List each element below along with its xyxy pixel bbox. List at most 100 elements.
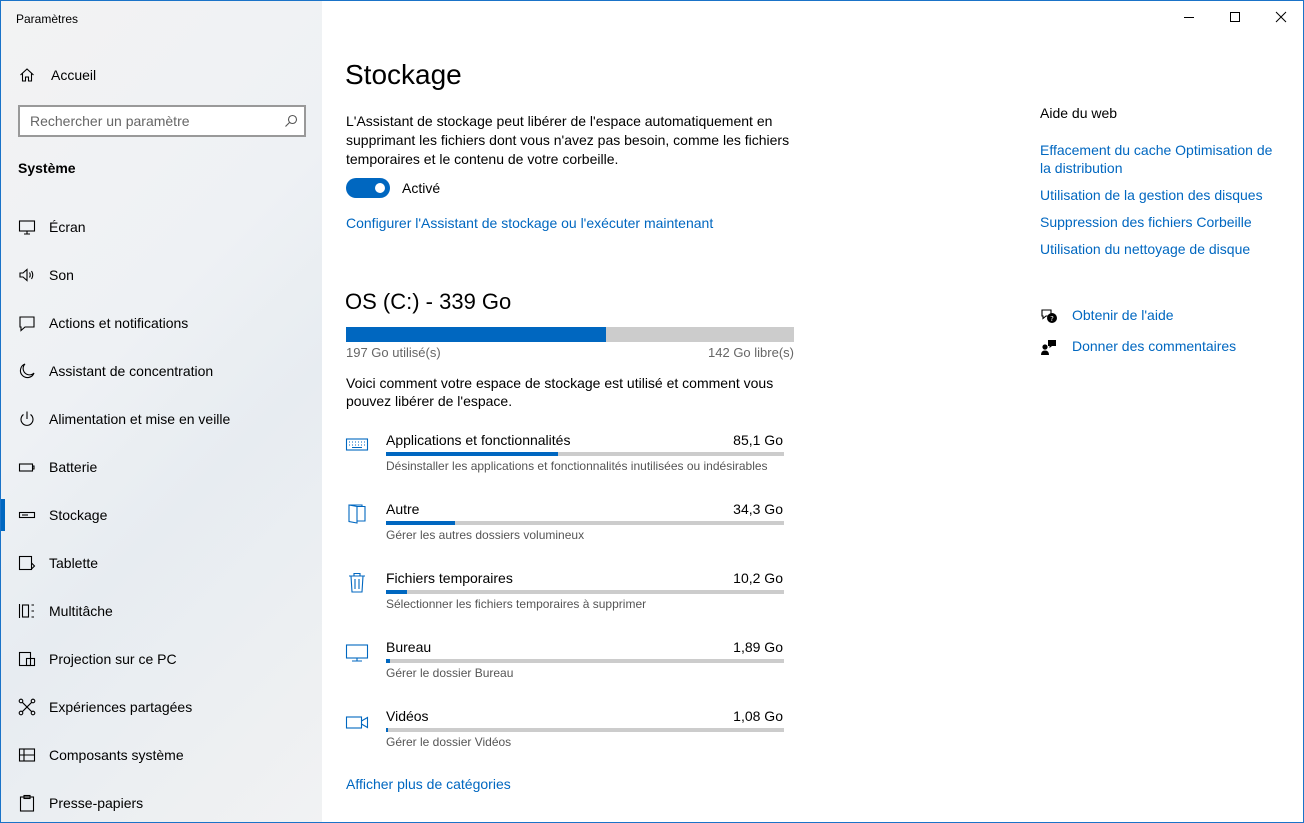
page-title: Stockage — [345, 59, 462, 90]
help-link-disk-cleanup[interactable]: Utilisation du nettoyage de disque — [1040, 240, 1285, 258]
speaker-icon — [19, 268, 34, 282]
sidebar-item-composants[interactable]: Composants système — [1, 733, 322, 777]
toggle-knob — [375, 183, 385, 193]
moon-icon — [19, 363, 35, 379]
power-icon — [20, 411, 34, 426]
category-size: 85,1 Go — [733, 432, 783, 448]
projection-icon — [18, 651, 36, 667]
sidebar-item-multitache[interactable]: Multitâche — [1, 589, 322, 633]
folder-icon — [348, 504, 366, 524]
toggle-label: Activé — [402, 180, 441, 196]
close-button[interactable] — [1258, 1, 1303, 33]
sidebar-item-label: Stockage — [49, 507, 108, 523]
maximize-button[interactable] — [1212, 1, 1258, 33]
category-bar — [386, 659, 784, 663]
maximize-icon — [1230, 12, 1240, 22]
storage-sense-toggle[interactable] — [346, 178, 390, 198]
get-help-label: Obtenir de l'aide — [1072, 307, 1174, 323]
battery-icon — [18, 463, 35, 472]
share-icon — [18, 698, 36, 716]
sidebar-item-label: Tablette — [49, 555, 99, 571]
search-input[interactable] — [20, 107, 304, 135]
category-subtitle: Désinstaller les applications et fonctio… — [386, 459, 768, 473]
category-subtitle: Gérer les autres dossiers volumineux — [386, 528, 585, 542]
sidebar-item-label: Expériences partagées — [49, 699, 193, 715]
search-box[interactable] — [18, 105, 306, 137]
category-name: Autre — [386, 501, 420, 517]
desktop-icon — [345, 644, 369, 662]
category-bar-fill — [386, 659, 390, 663]
drive-usage-fill — [346, 327, 607, 342]
sidebar: Paramètres Accueil Système Écran Son Act… — [1, 1, 322, 822]
help-link-disk-management[interactable]: Utilisation de la gestion des disques — [1040, 186, 1285, 204]
sidebar-item-notifications[interactable]: Actions et notifications — [1, 301, 322, 345]
category-size: 34,3 Go — [733, 501, 783, 517]
sidebar-item-alimentation[interactable]: Alimentation et mise en veille — [1, 397, 322, 441]
notification-icon — [19, 316, 35, 332]
category-bar-fill — [386, 728, 389, 732]
sidebar-item-label: Assistant de concentration — [49, 363, 214, 379]
category-subtitle: Gérer le dossier Vidéos — [386, 735, 512, 749]
configure-storage-sense-link[interactable]: Configurer l'Assistant de stockage ou l'… — [346, 215, 713, 231]
feedback-label: Donner des commentaires — [1072, 338, 1237, 354]
drive-usage-bar — [346, 327, 794, 342]
usage-description: Voici comment votre espace de stockage e… — [346, 375, 774, 409]
category-bar — [386, 521, 784, 525]
sidebar-item-label: Composants système — [49, 747, 184, 763]
clipboard-icon — [19, 794, 35, 812]
category-size: 10,2 Go — [733, 570, 783, 586]
help-link-recycle-bin[interactable]: Suppression des fichiers Corbeille — [1040, 213, 1285, 231]
feedback-icon — [1041, 340, 1056, 355]
category-temp-files[interactable]: Fichiers temporaires 10,2 Go Sélectionne… — [345, 570, 785, 630]
sidebar-item-ecran[interactable]: Écran — [1, 205, 322, 249]
category-bar-fill — [386, 452, 558, 456]
sidebar-item-label: Alimentation et mise en veille — [49, 411, 231, 427]
sidebar-item-presse-papiers[interactable]: Presse-papiers — [1, 781, 322, 822]
minimize-button[interactable] — [1166, 1, 1212, 33]
sidebar-item-label: Son — [49, 267, 74, 283]
category-subtitle: Sélectionner les fichiers temporaires à … — [386, 597, 647, 611]
drive-title: OS (C:) - 339 Go — [345, 289, 512, 314]
sidebar-item-son[interactable]: Son — [1, 253, 322, 297]
category-other[interactable]: Autre 34,3 Go Gérer les autres dossiers … — [345, 501, 785, 561]
sidebar-home[interactable]: Accueil — [1, 57, 322, 93]
components-icon — [18, 748, 36, 762]
help-link-delivery-optimization[interactable]: Effacement du cache Optimisation de la d… — [1040, 141, 1285, 177]
web-help-title: Aide du web — [1040, 105, 1118, 121]
sidebar-item-label: Projection sur ce PC — [49, 651, 177, 667]
sidebar-item-concentration[interactable]: Assistant de concentration — [1, 349, 322, 393]
sidebar-section-title: Système — [18, 160, 76, 176]
drive-used-label: 197 Go utilisé(s) — [346, 345, 441, 360]
monitor-icon — [18, 220, 36, 235]
home-icon — [20, 68, 34, 82]
sidebar-item-label: Écran — [49, 219, 86, 235]
category-subtitle: Gérer le dossier Bureau — [386, 666, 514, 680]
trash-icon — [349, 572, 365, 593]
category-name: Bureau — [386, 639, 432, 655]
sidebar-item-label: Multitâche — [49, 603, 113, 619]
sidebar-item-stockage[interactable]: Stockage — [1, 493, 322, 537]
category-videos[interactable]: Vidéos 1,08 Go Gérer le dossier Vidéos — [345, 708, 785, 768]
sidebar-item-projection[interactable]: Projection sur ce PC — [1, 637, 322, 681]
sidebar-item-label: Actions et notifications — [49, 315, 189, 331]
category-bar — [386, 728, 784, 732]
multitask-icon — [18, 604, 34, 618]
sidebar-item-experiences[interactable]: Expériences partagées — [1, 685, 322, 729]
sidebar-item-batterie[interactable]: Batterie — [1, 445, 322, 489]
sidebar-item-tablette[interactable]: Tablette — [1, 541, 322, 585]
sidebar-item-label: Presse-papiers — [49, 795, 144, 811]
show-more-categories-link[interactable]: Afficher plus de catégories — [346, 776, 511, 792]
storage-icon — [18, 511, 36, 519]
drive-free-label: 142 Go libre(s) — [708, 345, 794, 360]
svg-text:?: ? — [1050, 315, 1054, 323]
keyboard-icon — [345, 438, 369, 451]
category-name: Fichiers temporaires — [386, 570, 513, 586]
category-apps[interactable]: Applications et fonctionnalités 85,1 Go … — [345, 432, 785, 492]
sidebar-item-label: Batterie — [49, 459, 98, 475]
category-bar-fill — [386, 590, 407, 594]
category-desktop[interactable]: Bureau 1,89 Go Gérer le dossier Bureau — [345, 639, 785, 699]
storage-sense-description: L'Assistant de stockage peut libérer de … — [346, 113, 790, 167]
video-icon — [345, 716, 369, 729]
close-icon — [1275, 11, 1287, 23]
tablet-icon — [18, 555, 36, 571]
